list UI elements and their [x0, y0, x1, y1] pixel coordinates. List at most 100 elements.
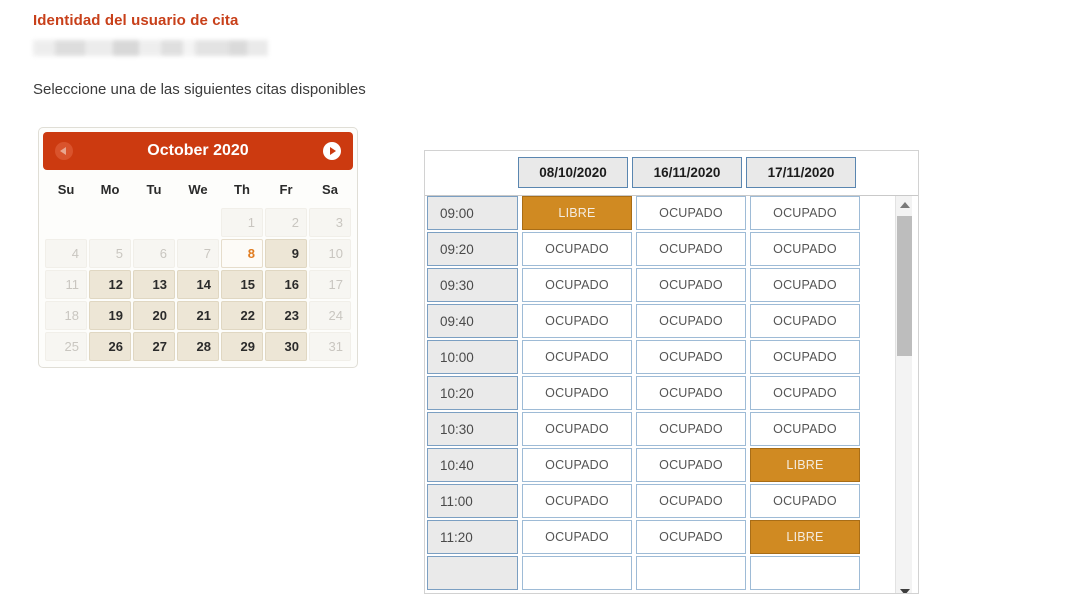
slot-cell-busy: OCUPADO: [636, 232, 746, 266]
slot-time-label: 10:30: [427, 412, 518, 446]
slot-row: 10:20 OCUPADO OCUPADO OCUPADO: [427, 376, 918, 410]
calendar-day-25: 25: [45, 332, 87, 361]
chevron-right-circle-icon[interactable]: [323, 142, 341, 160]
slot-cell-busy: OCUPADO: [522, 448, 632, 482]
calendar-day-empty: [45, 208, 87, 237]
slots-row-list: 09:00 LIBRE OCUPADO OCUPADO 09:20 OCUPADO OCUP…: [425, 196, 918, 590]
calendar-day-3: 3: [309, 208, 351, 237]
calendar-week-row: 25 26 27 28 29 30 31: [45, 332, 351, 361]
calendar-weekday-row: Su Mo Tu We Th Fr Sa: [45, 174, 351, 206]
vertical-scrollbar[interactable]: [895, 196, 913, 593]
calendar-day-12[interactable]: 12: [89, 270, 131, 299]
calendar-week-row: 18 19 20 21 22 23 24: [45, 301, 351, 330]
slot-cell-busy: OCUPADO: [522, 268, 632, 302]
calendar-week-row: 123: [45, 208, 351, 237]
slot-cell-busy: OCUPADO: [750, 484, 860, 518]
slot-cell-busy: OCUPADO: [522, 232, 632, 266]
chevron-left-circle-icon[interactable]: [55, 142, 73, 160]
slot-cell-busy: OCUPADO: [636, 340, 746, 374]
calendar-day-28[interactable]: 28: [177, 332, 219, 361]
slot-cell-busy: OCUPADO: [636, 376, 746, 410]
slot-time-label: 10:40: [427, 448, 518, 482]
slot-time-label: 09:40: [427, 304, 518, 338]
slot-cell-free[interactable]: LIBRE: [750, 448, 860, 482]
slot-cell-busy: OCUPADO: [636, 412, 746, 446]
calendar-day-31: 31: [309, 332, 351, 361]
calendar-day-empty: [177, 208, 219, 237]
calendar-weekday-sa: Sa: [322, 182, 338, 197]
slots-scroll-area[interactable]: 09:00 LIBRE OCUPADO OCUPADO 09:20 OCUPADO OCUP…: [425, 196, 918, 593]
slot-cell-busy: OCUPADO: [522, 484, 632, 518]
calendar-day-5: 5: [89, 239, 131, 268]
calendar-day-16[interactable]: 16: [265, 270, 307, 299]
slot-cell-busy: OCUPADO: [750, 412, 860, 446]
slot-cell-busy: OCUPADO: [750, 196, 860, 230]
slot-cell-busy: OCUPADO: [750, 340, 860, 374]
slot-time-label: 11:00: [427, 484, 518, 518]
calendar-day-21[interactable]: 21: [177, 301, 219, 330]
header-corner-spacer: [425, 157, 518, 188]
calendar-day-1: 1: [221, 208, 263, 237]
slot-time-label: 09:20: [427, 232, 518, 266]
slot-cell-busy: OCUPADO: [750, 376, 860, 410]
calendar-day-14[interactable]: 14: [177, 270, 219, 299]
slot-cell-busy: [750, 556, 860, 590]
slot-time-label: 11:20: [427, 520, 518, 554]
calendar-day-15[interactable]: 15: [221, 270, 263, 299]
slot-cell-busy: OCUPADO: [750, 232, 860, 266]
calendar-weekday-th: Th: [234, 182, 250, 197]
calendar-day-19[interactable]: 19: [89, 301, 131, 330]
scrollbar-thumb[interactable]: [897, 216, 912, 356]
instruction-text: Seleccione una de las siguientes citas d…: [33, 81, 366, 98]
calendar-day-11: 11: [45, 270, 87, 299]
slot-cell-free[interactable]: LIBRE: [522, 196, 632, 230]
calendar-day-30[interactable]: 30: [265, 332, 307, 361]
slot-time-label: [427, 556, 518, 590]
slot-row: 09:00 LIBRE OCUPADO OCUPADO: [427, 196, 918, 230]
slot-cell-busy: OCUPADO: [636, 268, 746, 302]
slot-cell-busy: [522, 556, 632, 590]
calendar-day-18: 18: [45, 301, 87, 330]
appointment-slots-panel: 08/10/2020 16/11/2020 17/11/2020 09:00 LIBR…: [424, 150, 919, 594]
slot-time-label: 09:00: [427, 196, 518, 230]
calendar-weekday-mo: Mo: [100, 182, 120, 197]
scroll-up-arrow-icon[interactable]: [896, 196, 913, 213]
calendar-weekday-tu: Tu: [146, 182, 162, 197]
slot-row: [427, 556, 918, 590]
slot-cell-busy: OCUPADO: [750, 268, 860, 302]
slot-cell-busy: OCUPADO: [522, 304, 632, 338]
slot-cell-busy: OCUPADO: [636, 304, 746, 338]
calendar-day-27[interactable]: 27: [133, 332, 175, 361]
slot-time-label: 09:30: [427, 268, 518, 302]
calendar-day-9[interactable]: 9: [265, 239, 307, 268]
calendar-day-10: 10: [309, 239, 351, 268]
slots-date-column-header[interactable]: 08/10/2020: [518, 157, 628, 188]
calendar-day-17: 17: [309, 270, 351, 299]
calendar-day-7: 7: [177, 239, 219, 268]
slot-row: 09:20 OCUPADO OCUPADO OCUPADO: [427, 232, 918, 266]
calendar-day-empty: [133, 208, 175, 237]
slot-cell-busy: OCUPADO: [636, 520, 746, 554]
calendar-day-20[interactable]: 20: [133, 301, 175, 330]
date-picker-calendar[interactable]: October 2020 Su Mo Tu We Th Fr Sa 1 2 3 4 5 6 7 8 9 10 1…: [38, 127, 358, 368]
page-title: Identidad del usuario de cita: [33, 12, 239, 29]
calendar-day-6: 6: [133, 239, 175, 268]
calendar-day-8[interactable]: 8: [221, 239, 263, 268]
scroll-down-arrow-icon[interactable]: [896, 583, 913, 593]
identity-value-redacted: [33, 40, 268, 56]
calendar-day-13[interactable]: 13: [133, 270, 175, 299]
calendar-day-26[interactable]: 26: [89, 332, 131, 361]
calendar-day-empty: [89, 208, 131, 237]
slots-date-column-header[interactable]: 16/11/2020: [632, 157, 742, 188]
calendar-day-23[interactable]: 23: [265, 301, 307, 330]
slot-time-label: 10:20: [427, 376, 518, 410]
slots-date-column-header[interactable]: 17/11/2020: [746, 157, 856, 188]
slot-cell-busy: OCUPADO: [522, 376, 632, 410]
calendar-week-row: 11 12 13 14 15 16 17: [45, 270, 351, 299]
calendar-day-29[interactable]: 29: [221, 332, 263, 361]
calendar-weekday-we: We: [188, 182, 208, 197]
slot-cell-free[interactable]: LIBRE: [750, 520, 860, 554]
slot-row: 10:30 OCUPADO OCUPADO OCUPADO: [427, 412, 918, 446]
calendar-day-22[interactable]: 22: [221, 301, 263, 330]
calendar-weekday-fr: Fr: [279, 182, 293, 197]
